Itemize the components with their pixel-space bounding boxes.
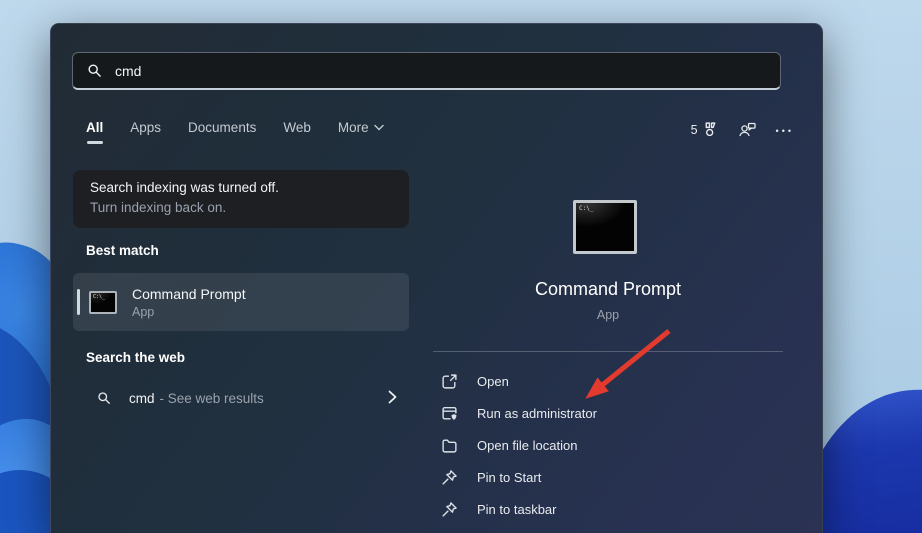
- search-filter-tabs: All Apps Documents Web More: [86, 120, 384, 144]
- tab-more[interactable]: More: [338, 120, 384, 135]
- command-prompt-icon: C:\_: [89, 291, 117, 314]
- web-suffix: - See web results: [160, 391, 264, 406]
- person-chat-icon: [738, 121, 757, 138]
- rewards-count: 5: [691, 123, 698, 137]
- selection-indicator: [77, 289, 80, 315]
- result-title: Command Prompt: [132, 286, 246, 302]
- action-open-file-location[interactable]: Open file location: [441, 429, 597, 461]
- open-external-icon: [441, 373, 458, 390]
- folder-icon: [441, 437, 458, 454]
- action-pin-to-taskbar[interactable]: Pin to taskbar: [441, 493, 597, 525]
- tab-documents[interactable]: Documents: [188, 120, 256, 135]
- search-icon: [97, 391, 111, 405]
- tab-all[interactable]: All: [86, 120, 103, 144]
- search-icon: [87, 63, 102, 78]
- indexing-notification: Search indexing was turned off. Turn ind…: [73, 170, 409, 228]
- context-actions: Open Run as administrator Open file loca…: [441, 365, 597, 525]
- feedback-button[interactable]: [738, 121, 757, 138]
- windows-search-panel: All Apps Documents Web More: [50, 23, 823, 533]
- active-tab-underline: [87, 141, 103, 144]
- chevron-right-icon[interactable]: [388, 390, 397, 404]
- search-web-heading: Search the web: [86, 350, 185, 365]
- web-query: cmd: [129, 391, 155, 406]
- web-search-result[interactable]: cmd - See web results: [73, 380, 409, 416]
- rewards-button[interactable]: 5: [691, 121, 719, 138]
- command-prompt-icon-large: C:\_: [573, 200, 637, 254]
- action-pin-to-start[interactable]: Pin to Start: [441, 461, 597, 493]
- desktop: All Apps Documents Web More: [0, 0, 922, 533]
- action-run-as-administrator[interactable]: Run as administrator: [441, 397, 597, 429]
- chevron-down-icon: [374, 124, 384, 131]
- tab-apps[interactable]: Apps: [130, 120, 161, 135]
- search-box[interactable]: [72, 52, 781, 90]
- rewards-medal-icon: [702, 121, 719, 138]
- turn-indexing-on-link[interactable]: Turn indexing back on.: [90, 200, 392, 215]
- best-match-result-command-prompt[interactable]: C:\_ Command Prompt App: [73, 273, 409, 331]
- tab-web[interactable]: Web: [283, 120, 311, 135]
- more-options-button[interactable]: •••: [776, 124, 794, 136]
- result-subtitle: App: [132, 305, 246, 319]
- best-match-heading: Best match: [86, 243, 159, 258]
- divider: [433, 351, 783, 352]
- header-icons: 5 •••: [691, 121, 794, 138]
- search-input[interactable]: [115, 63, 715, 79]
- preview-title: Command Prompt: [433, 279, 783, 300]
- notification-title: Search indexing was turned off.: [90, 180, 392, 195]
- action-open[interactable]: Open: [441, 365, 597, 397]
- preview-subtitle: App: [433, 308, 783, 322]
- run-as-admin-icon: [441, 405, 458, 422]
- pin-icon: [441, 501, 458, 518]
- pin-icon: [441, 469, 458, 486]
